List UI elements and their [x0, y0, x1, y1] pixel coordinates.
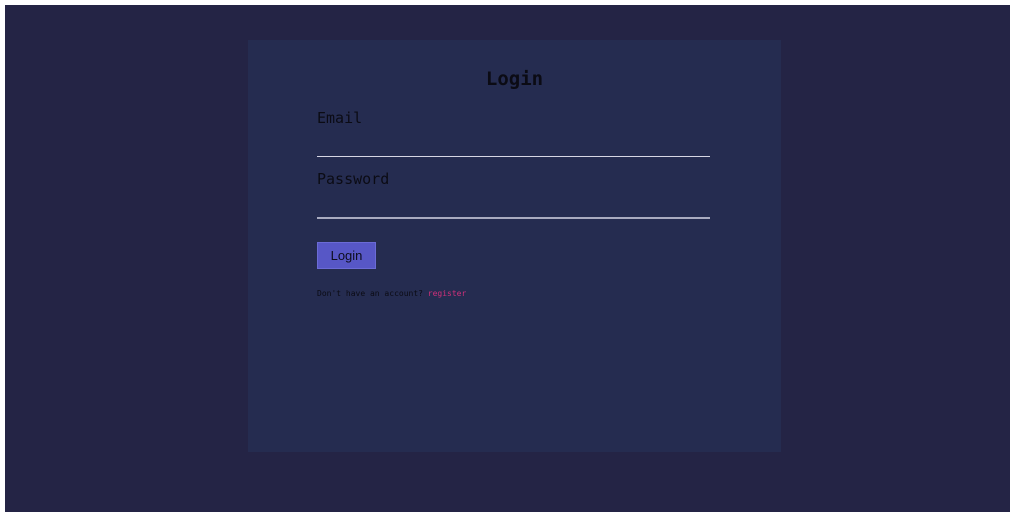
page-background: Login Email Password Login Don't have an… — [5, 5, 1010, 512]
register-prompt-text: Don't have an account? — [317, 289, 428, 298]
email-label: Email — [317, 109, 363, 127]
password-field[interactable] — [317, 195, 710, 219]
register-link[interactable]: register — [428, 289, 467, 298]
page-title: Login — [485, 68, 544, 90]
email-field[interactable] — [317, 134, 710, 157]
login-card: Login Email Password Login Don't have an… — [248, 40, 781, 452]
password-label: Password — [317, 170, 390, 188]
register-prompt: Don't have an account? register — [317, 289, 466, 298]
login-button[interactable]: Login — [317, 242, 376, 269]
